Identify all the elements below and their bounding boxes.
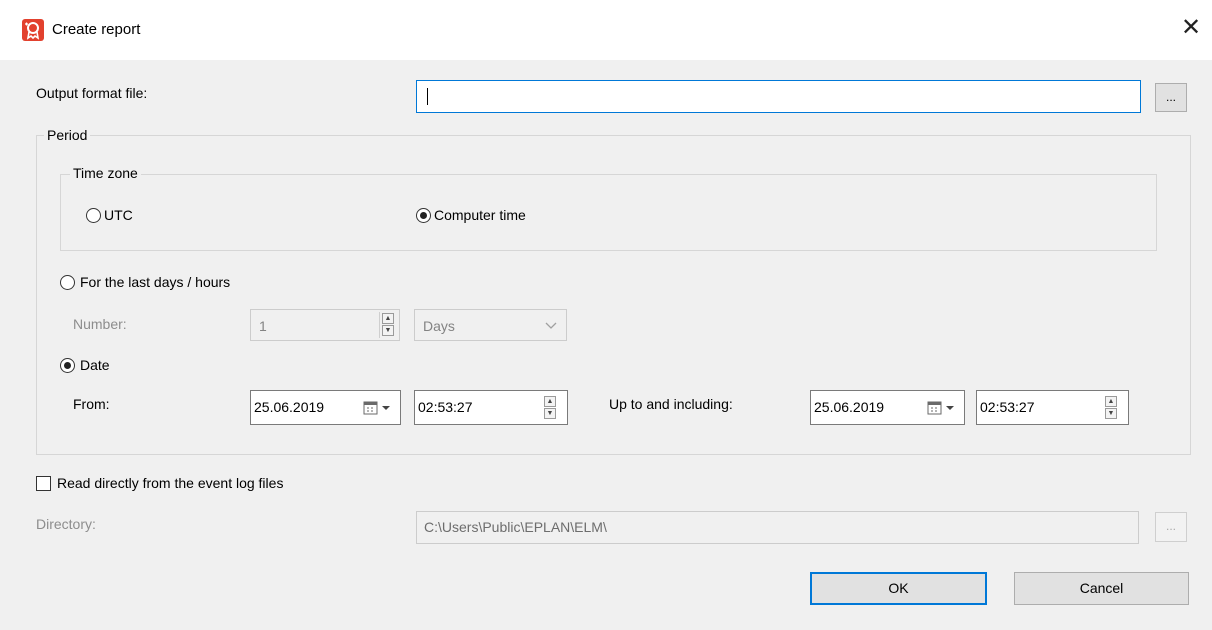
directory-label: Directory: — [36, 516, 96, 532]
directory-value: C:\Users\Public\EPLAN\ELM\ — [424, 519, 607, 535]
number-input[interactable]: 1 ▲ ▼ — [250, 309, 400, 341]
calendar-dropdown-icon[interactable] — [363, 401, 393, 415]
to-date-value: 25.06.2019 — [814, 399, 885, 415]
from-time-value: 02:53:27 — [418, 399, 473, 415]
cancel-button[interactable]: Cancel — [1014, 572, 1189, 605]
directory-input[interactable]: C:\Users\Public\EPLAN\ELM\ — [416, 511, 1139, 544]
period-legend: Period — [44, 127, 91, 143]
utc-radio[interactable] — [86, 208, 101, 223]
from-time-input[interactable]: 02:53:27 ▲ ▼ — [414, 390, 568, 425]
text-caret — [427, 88, 428, 105]
from-date-value: 25.06.2019 — [254, 399, 325, 415]
last-days-radio[interactable] — [60, 275, 75, 290]
timezone-legend: Time zone — [70, 165, 141, 181]
output-browse-button[interactable]: ... — [1155, 83, 1187, 112]
ok-button[interactable]: OK — [810, 572, 987, 605]
calendar-dropdown-icon[interactable] — [927, 401, 957, 415]
close-icon[interactable]: ✕ — [1180, 13, 1202, 43]
number-label: Number: — [73, 316, 127, 332]
to-label: Up to and including: — [609, 396, 733, 412]
spin-down-icon[interactable]: ▼ — [382, 325, 394, 336]
date-label[interactable]: Date — [80, 357, 110, 373]
to-date-picker[interactable]: 25.06.2019 — [810, 390, 965, 425]
unit-value: Days — [423, 318, 455, 334]
read-direct-checkbox[interactable] — [36, 476, 51, 491]
last-days-label[interactable]: For the last days / hours — [80, 274, 230, 290]
window-title: Create report — [52, 21, 141, 38]
from-label: From: — [73, 396, 110, 412]
title-bar: Create report ✕ — [0, 0, 1212, 60]
spin-down-icon[interactable]: ▼ — [544, 408, 556, 419]
directory-browse-button[interactable]: ... — [1155, 512, 1187, 542]
utc-label[interactable]: UTC — [104, 207, 133, 223]
number-value: 1 — [259, 318, 267, 334]
spin-up-icon[interactable]: ▲ — [382, 313, 394, 324]
date-radio[interactable] — [60, 358, 75, 373]
to-time-input[interactable]: 02:53:27 ▲ ▼ — [976, 390, 1129, 425]
timezone-group — [60, 174, 1157, 251]
output-format-input[interactable] — [416, 80, 1141, 113]
unit-select[interactable]: Days — [414, 309, 567, 341]
output-format-label: Output format file: — [36, 85, 148, 101]
spin-up-icon[interactable]: ▲ — [1105, 396, 1117, 407]
spin-down-icon[interactable]: ▼ — [1105, 408, 1117, 419]
computer-time-label[interactable]: Computer time — [434, 207, 526, 223]
number-spinner[interactable]: ▲ ▼ — [379, 312, 398, 338]
chevron-down-icon — [545, 322, 557, 329]
read-direct-label[interactable]: Read directly from the event log files — [57, 475, 283, 491]
computer-time-radio[interactable] — [416, 208, 431, 223]
from-time-spinner[interactable]: ▲ ▼ — [542, 395, 560, 421]
to-time-spinner[interactable]: ▲ ▼ — [1103, 395, 1121, 421]
app-icon — [22, 19, 44, 41]
from-date-picker[interactable]: 25.06.2019 — [250, 390, 401, 425]
to-time-value: 02:53:27 — [980, 399, 1035, 415]
spin-up-icon[interactable]: ▲ — [544, 396, 556, 407]
